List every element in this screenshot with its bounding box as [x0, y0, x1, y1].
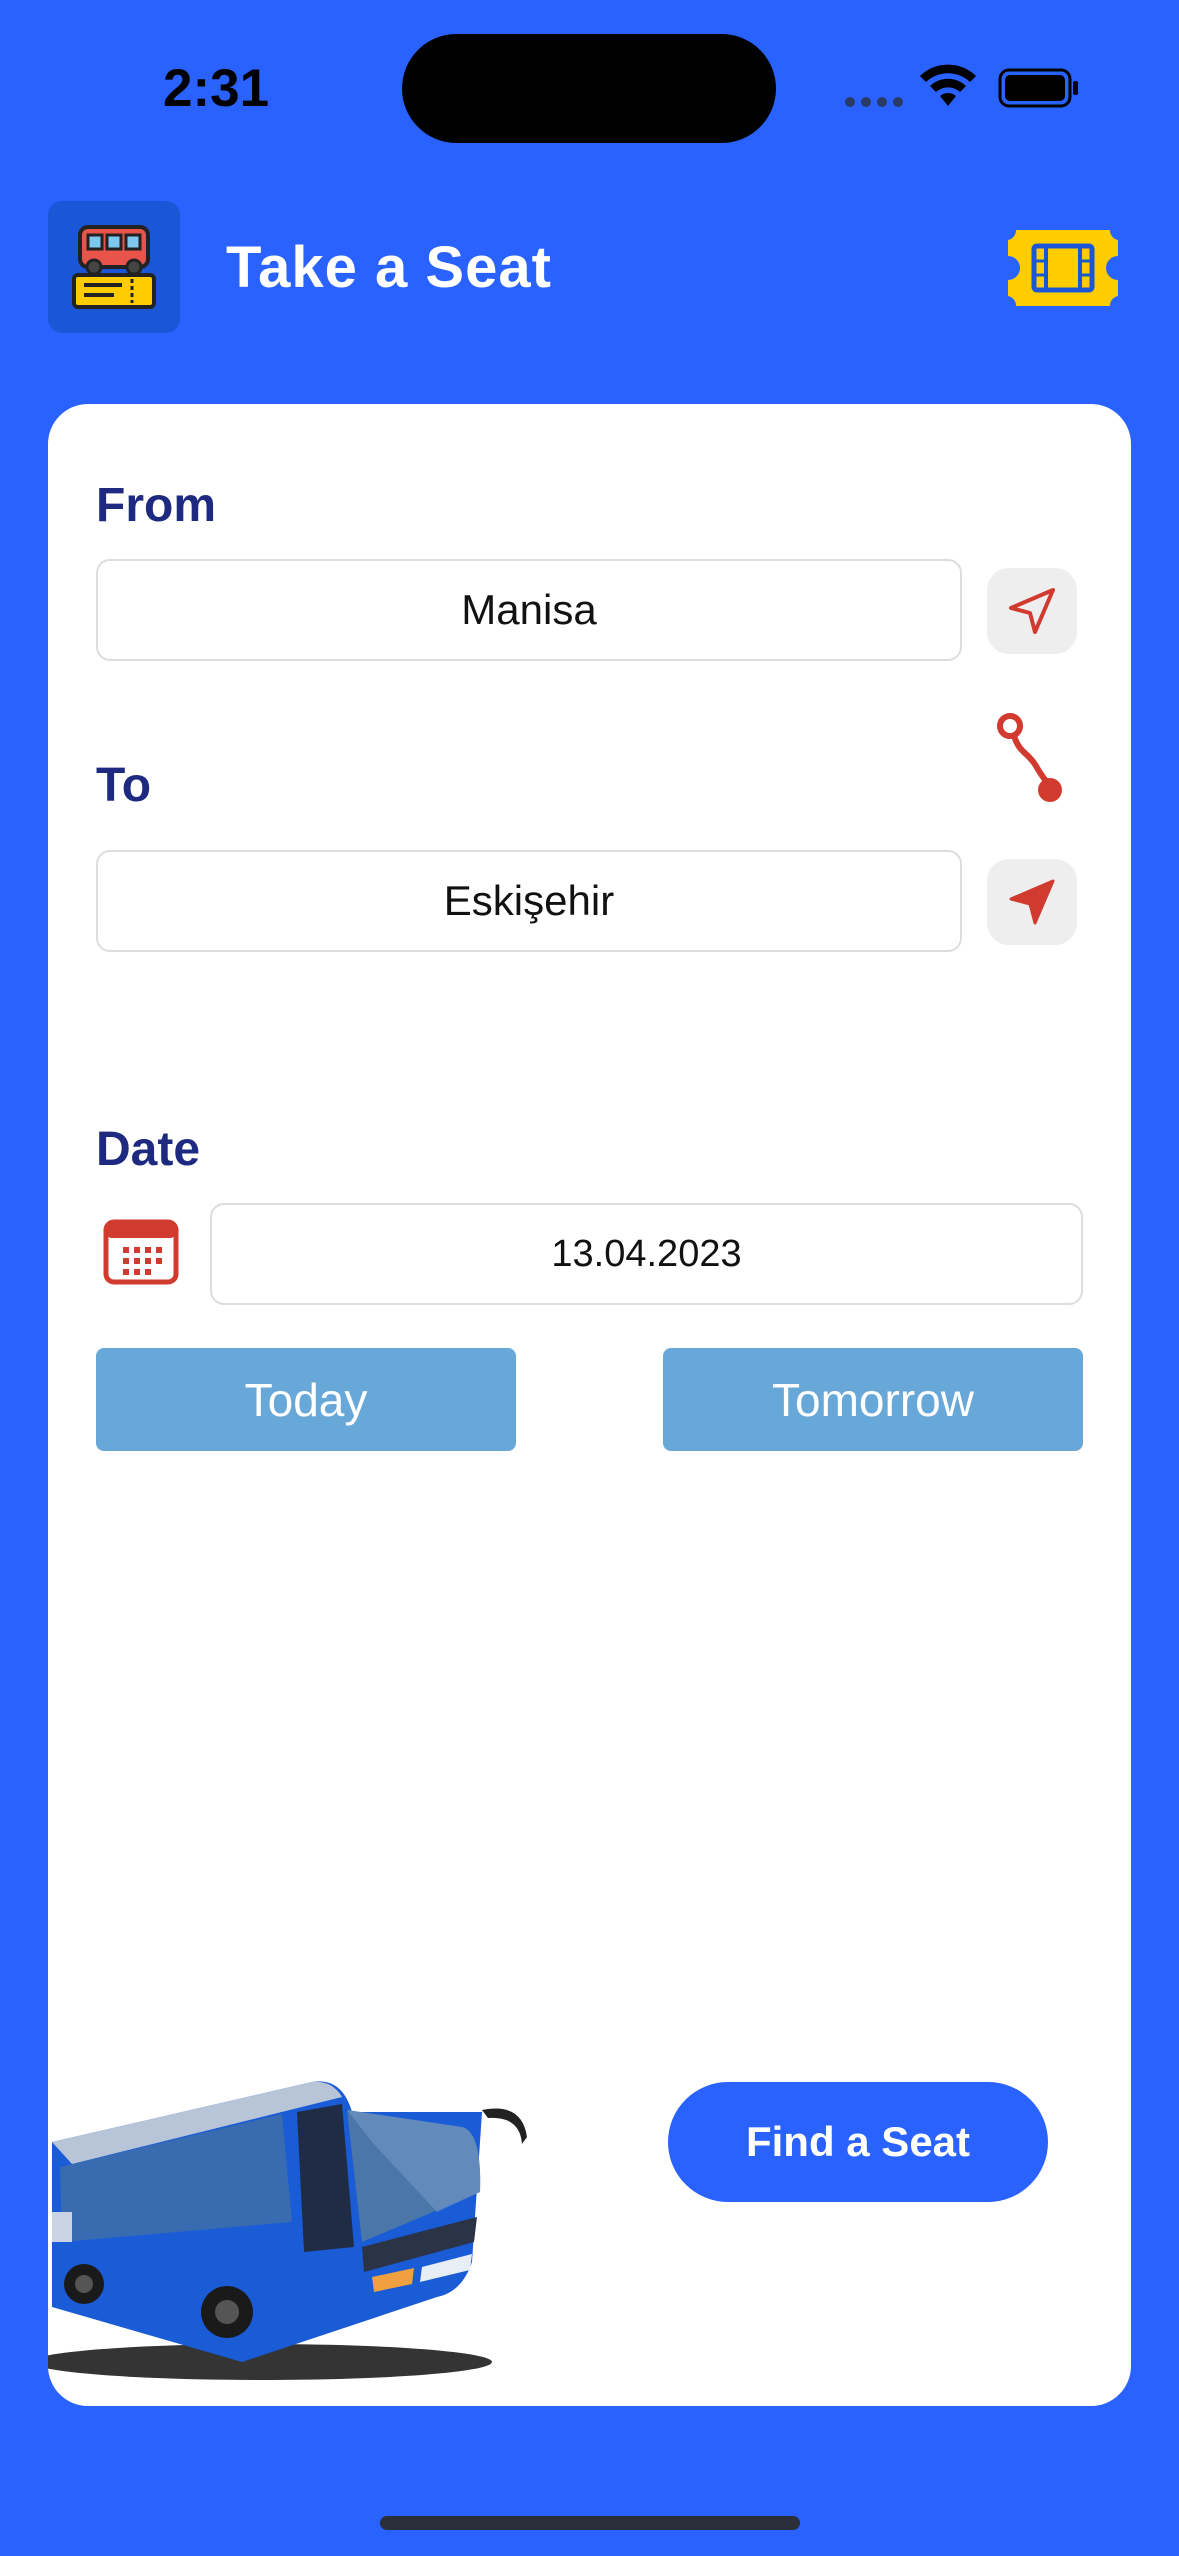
- search-card: From Manisa To Eskişehir Date 13.04.2023…: [48, 404, 1131, 2406]
- today-button[interactable]: Today: [96, 1348, 516, 1451]
- ticket-icon: [1008, 230, 1118, 306]
- calendar-button[interactable]: [103, 1216, 179, 1286]
- dynamic-island: [402, 34, 776, 143]
- tickets-button[interactable]: [1004, 226, 1122, 310]
- from-location-button[interactable]: [987, 568, 1077, 654]
- home-indicator[interactable]: [380, 2516, 800, 2530]
- calendar-icon: [103, 1219, 179, 1285]
- app-title: Take a Seat: [226, 235, 552, 300]
- to-input[interactable]: Eskişehir: [96, 850, 962, 952]
- battery-icon: [998, 68, 1078, 108]
- location-arrow-filled-icon: [1009, 879, 1055, 925]
- bus-illustration: [48, 2081, 527, 2380]
- app-logo: [48, 201, 180, 333]
- status-time: 2:31: [163, 59, 270, 118]
- to-location-button[interactable]: [987, 859, 1077, 945]
- find-seat-button[interactable]: Find a Seat: [668, 2082, 1048, 2202]
- date-input[interactable]: 13.04.2023: [210, 1203, 1083, 1305]
- date-label: Date: [96, 1123, 201, 1176]
- to-label: To: [96, 759, 152, 812]
- from-input[interactable]: Manisa: [96, 559, 962, 661]
- bus-ticket-icon: [72, 225, 156, 309]
- wifi-icon: [920, 64, 976, 106]
- route-icon: [997, 713, 1062, 802]
- tomorrow-button[interactable]: Tomorrow: [663, 1348, 1083, 1451]
- from-label: From: [96, 479, 216, 532]
- cellular-signal-icon: [845, 94, 909, 112]
- location-arrow-outline-icon: [1009, 588, 1055, 634]
